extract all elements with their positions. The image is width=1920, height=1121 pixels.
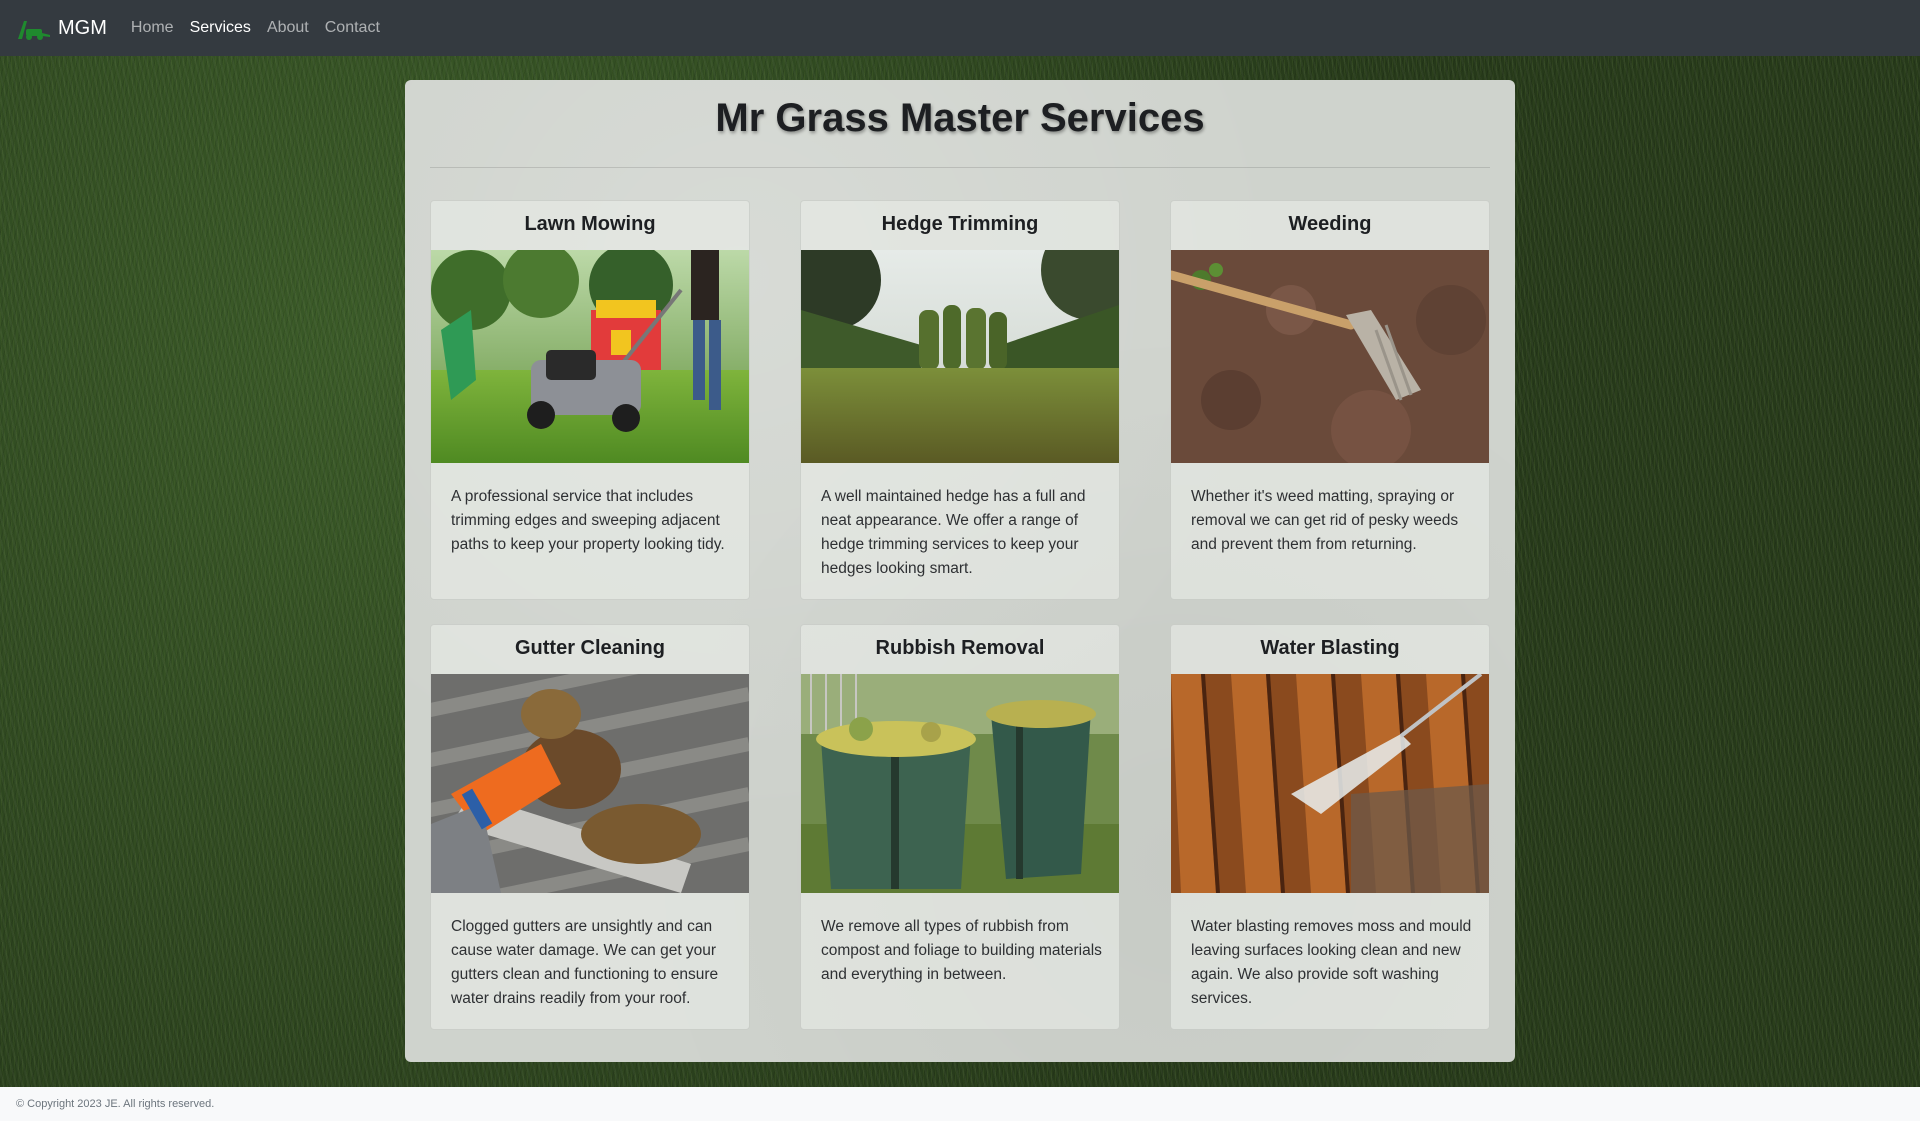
service-card-rubbish-removal: Rubbish Removal We remove all types of r… xyxy=(800,624,1120,1030)
service-title: Hedge Trimming xyxy=(881,213,1039,235)
mower-logo-icon xyxy=(18,21,50,40)
rake-soil-photo xyxy=(1171,250,1489,463)
brand-name: MGM xyxy=(58,16,107,39)
copyright-text: © Copyright 2023 JE. All rights reserved… xyxy=(16,1098,215,1110)
garden-bags-photo xyxy=(801,674,1119,893)
brand-link[interactable]: MGM xyxy=(16,15,107,41)
gutter-leaves-photo xyxy=(431,674,749,893)
service-description: Whether it's weed matting, spraying or r… xyxy=(1191,488,1459,553)
title-divider xyxy=(430,167,1490,168)
hedge-garden-photo xyxy=(801,250,1119,463)
service-description: Clogged gutters are unsightly and can ca… xyxy=(451,918,719,1007)
deck-water-blast-photo xyxy=(1171,674,1489,893)
service-card-weeding: Weeding Whether it's weed matting, spray… xyxy=(1170,200,1490,600)
lawn-mower-photo xyxy=(431,250,749,463)
service-title: Water Blasting xyxy=(1260,637,1400,659)
service-title: Lawn Mowing xyxy=(524,213,656,235)
service-description: A professional service that includes tri… xyxy=(451,488,725,553)
nav-link-home[interactable]: Home xyxy=(131,19,174,37)
services-panel: Mr Grass Master Services Lawn Mowing A p… xyxy=(405,80,1515,1062)
page-footer: © Copyright 2023 JE. All rights reserved… xyxy=(0,1087,1920,1121)
service-card-water-blasting: Water Blasting Water blasting removes mo… xyxy=(1170,624,1490,1030)
nav-link-about[interactable]: About xyxy=(267,19,309,37)
service-description: We remove all types of rubbish from comp… xyxy=(821,918,1102,983)
service-card-lawn-mowing: Lawn Mowing A professional service that … xyxy=(430,200,750,600)
nav-link-contact[interactable]: Contact xyxy=(325,19,380,37)
service-card-hedge-trimming: Hedge Trimming A well maintained hedge h… xyxy=(800,200,1120,600)
service-title: Rubbish Removal xyxy=(875,637,1045,659)
service-title: Gutter Cleaning xyxy=(514,637,665,659)
page-title: Mr Grass Master Services xyxy=(715,96,1205,140)
service-description: A well maintained hedge has a full and n… xyxy=(821,488,1086,577)
nav-link-services[interactable]: Services xyxy=(190,19,251,37)
top-navbar: MGM Home Services About Contact xyxy=(0,0,1920,56)
service-title: Weeding xyxy=(1288,213,1372,235)
service-description: Water blasting removes moss and mould le… xyxy=(1191,918,1472,1007)
service-card-gutter-cleaning: Gutter Cleaning Clogged gutters are unsi… xyxy=(430,624,750,1030)
